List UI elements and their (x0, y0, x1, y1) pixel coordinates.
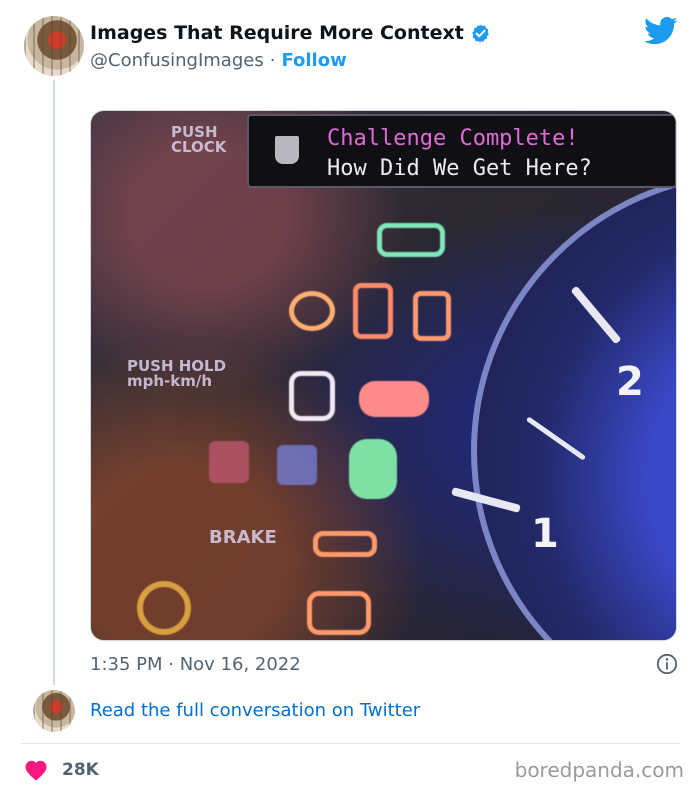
handle-row: @ConfusingImages · Follow (90, 50, 680, 71)
avatar[interactable] (24, 16, 84, 76)
verified-icon (471, 23, 489, 43)
achievement-banner: Challenge Complete! How Did We Get Here? (247, 114, 676, 188)
name-row: Images That Require More Context (90, 22, 680, 44)
h2-indicator-icon (209, 441, 249, 483)
speedometer-dial (471, 171, 676, 640)
reply-avatar[interactable] (33, 690, 75, 732)
seatbelt-icon (289, 371, 335, 421)
car-alarm-icon (359, 381, 429, 417)
read-full-conversation-link[interactable]: Read the full conversation on Twitter (90, 700, 420, 721)
tweet-photo[interactable]: 2 1 Challenge Complete! How Did We Get H… (90, 110, 677, 641)
brake-label: BRAKE (209, 527, 277, 548)
achievement-title: Challenge Complete! (327, 126, 579, 151)
info-icon[interactable] (656, 653, 678, 675)
divider (20, 743, 680, 744)
display-name[interactable]: Images That Require More Context (90, 22, 464, 44)
handle[interactable]: @ConfusingImages (90, 50, 264, 71)
heart-icon[interactable] (24, 759, 48, 781)
timestamp-row: 1:35 PM · Nov 16, 2022 (90, 653, 678, 675)
oil-pressure-icon (313, 531, 377, 557)
tire-pressure-icon (289, 291, 335, 331)
o2-indicator-icon (277, 445, 317, 485)
trophy-cup-icon (275, 136, 299, 164)
push-clock-label: PUSH CLOCK (171, 123, 227, 156)
twitter-bird-icon[interactable] (644, 16, 678, 46)
thread-line (53, 80, 55, 685)
traction-off-icon (353, 283, 393, 339)
footer: 28K boredpanda.com (24, 754, 684, 786)
separator: · (269, 50, 276, 71)
timestamp[interactable]: 1:35 PM · Nov 16, 2022 (90, 654, 301, 675)
achievement-subtitle: How Did We Get Here? (327, 156, 592, 181)
parking-brake-icon (137, 581, 191, 635)
check-engine-icon (307, 591, 371, 635)
watermark: boredpanda.com (514, 758, 684, 782)
key-indicator-icon (377, 223, 445, 257)
traction-icon (413, 291, 451, 341)
tweet-header: Images That Require More Context @Confus… (90, 22, 680, 78)
like-count: 28K (62, 760, 99, 780)
gauge-label-2: 2 (616, 359, 644, 405)
push-hold-label: PUSH HOLD mph-km/h (127, 357, 227, 390)
eco-plant-icon (349, 439, 397, 499)
follow-button[interactable]: Follow (281, 50, 346, 71)
gauge-label-1: 1 (531, 511, 559, 557)
